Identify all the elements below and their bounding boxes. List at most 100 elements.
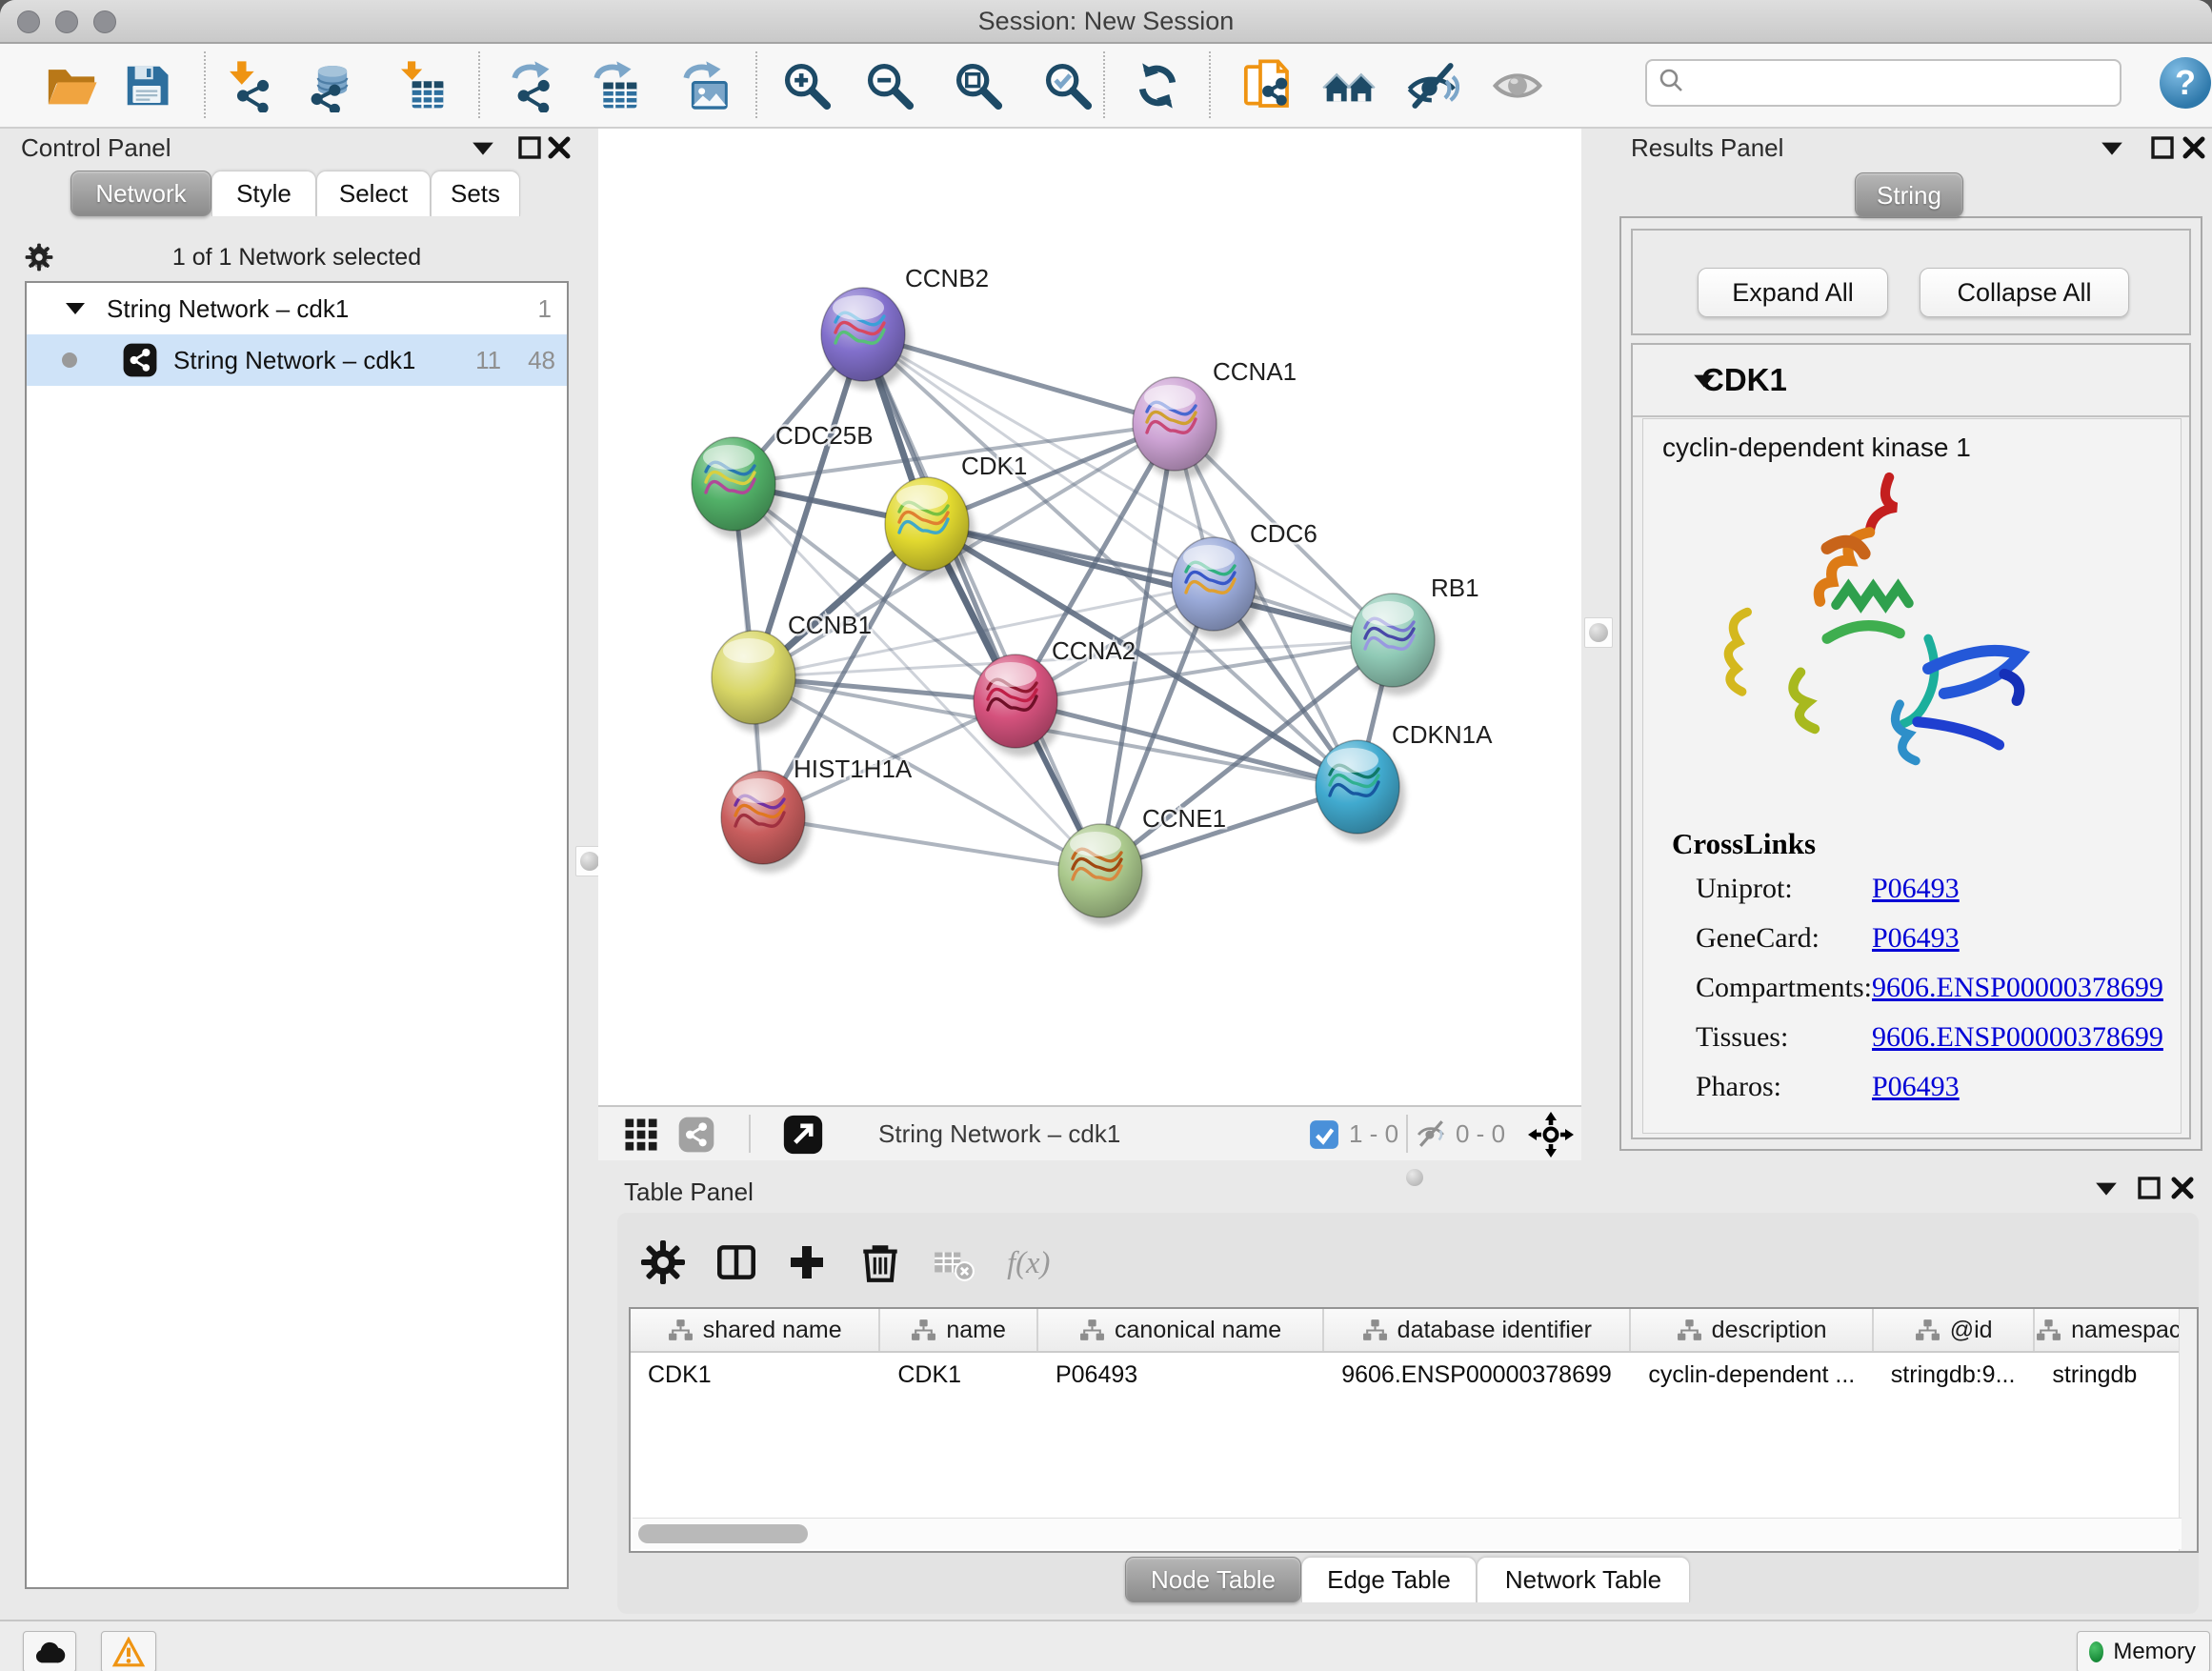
table-row[interactable]: CDK1CDK1P064939606.ENSP00000378699cyclin… <box>631 1353 2197 1397</box>
network-node-CCNA1[interactable]: CCNA1 <box>1133 357 1297 479</box>
column-header-name[interactable]: name <box>880 1309 1038 1351</box>
crosslink-link[interactable]: P06493 <box>1872 922 1960 955</box>
table-horizontal-scrollbar[interactable] <box>633 1518 2182 1549</box>
crosslink-link[interactable]: 9606.ENSP00000378699 <box>1872 972 2163 1004</box>
tab-string[interactable]: String <box>1855 172 1963 217</box>
entry-expander-icon[interactable] <box>1690 368 1719 393</box>
tab-edge-table[interactable]: Edge Table <box>1301 1557 1477 1602</box>
network-node-CCNE1[interactable]: CCNE1 <box>1058 804 1226 926</box>
column-label: name <box>946 1317 1006 1344</box>
table-vertical-scrollbar[interactable] <box>2179 1309 2197 1551</box>
tab-style[interactable]: Style <box>211 171 316 216</box>
results-panel-float-icon[interactable] <box>2148 135 2177 160</box>
save-session-icon[interactable] <box>118 56 175 115</box>
import-network-from-file-icon[interactable] <box>221 56 278 115</box>
network-node-CDC6[interactable]: CDC6 <box>1172 519 1317 639</box>
network-canvas[interactable]: CCNB2 CCNA1 CDC25B CDK1 CDC6 R <box>598 129 1581 1105</box>
scrollbar-thumb[interactable] <box>638 1524 808 1543</box>
import-network-from-database-icon[interactable] <box>304 56 361 115</box>
collection-expander-icon[interactable] <box>65 301 86 316</box>
zoom-in-icon[interactable] <box>778 56 835 115</box>
zoom-selected-icon[interactable] <box>1039 56 1096 115</box>
results-panel-close-icon[interactable] <box>2180 135 2208 160</box>
network-collection-row[interactable]: String Network – cdk1 1 <box>27 283 567 334</box>
help-button[interactable]: ? <box>2160 57 2211 109</box>
pan-mode-icon[interactable] <box>1528 1112 1574 1158</box>
selected-checkbox-icon[interactable] <box>1309 1119 1339 1150</box>
tab-sets[interactable]: Sets <box>431 171 520 216</box>
import-table-from-file-icon[interactable] <box>392 56 450 115</box>
function-builder-icon: f(x) <box>1004 1236 1057 1289</box>
zoom-fit-icon[interactable] <box>950 56 1007 115</box>
apply-layout-icon[interactable] <box>1129 56 1186 115</box>
tab-select[interactable]: Select <box>316 171 431 216</box>
string-app-icon[interactable] <box>674 1116 718 1154</box>
export-network-icon[interactable] <box>504 56 561 115</box>
protein-entry-header[interactable]: CDK1 <box>1633 345 2189 417</box>
bottom-splitter-handle[interactable] <box>1398 1166 1431 1189</box>
export-image-icon[interactable] <box>675 56 733 115</box>
table-panel-close-icon[interactable] <box>2168 1176 2197 1200</box>
tab-network-table[interactable]: Network Table <box>1477 1557 1690 1602</box>
network-options-gear-icon[interactable] <box>25 245 53 270</box>
search-box[interactable] <box>1645 59 2122 107</box>
network-row-selected[interactable]: String Network – cdk1 11 48 <box>27 334 567 386</box>
node-label-CCNB1: CCNB1 <box>788 611 872 639</box>
cloud-status-button[interactable] <box>23 1631 76 1671</box>
collapse-all-button[interactable]: Collapse All <box>1920 268 2129 317</box>
crosslinks-title: CrossLinks <box>1672 827 1816 861</box>
column-label: namespace <box>2071 1317 2194 1344</box>
right-splitter-handle[interactable] <box>1584 617 1613 648</box>
column-header-description[interactable]: description <box>1631 1309 1873 1351</box>
first-neighbors-icon[interactable] <box>1238 56 1296 115</box>
column-type-icon <box>1677 1319 1702 1342</box>
network-edge-CDK1-RB1[interactable] <box>927 524 1393 640</box>
tab-network[interactable]: Network <box>70 171 211 216</box>
node-label-CCNE1: CCNE1 <box>1142 804 1226 833</box>
show-hidden-icon[interactable] <box>1489 56 1546 115</box>
warnings-button[interactable] <box>101 1631 156 1671</box>
table-header-row: shared name name canonical namedatabase id… <box>631 1309 2197 1353</box>
crosslink-link[interactable]: P06493 <box>1872 1071 1960 1103</box>
crosslink-link[interactable]: P06493 <box>1872 873 1960 905</box>
network-node-CDKN1A[interactable]: CDKN1A <box>1316 720 1493 842</box>
results-panel-menu-icon[interactable] <box>2098 135 2126 160</box>
column-type-icon <box>911 1319 936 1342</box>
zoom-out-icon[interactable] <box>861 56 918 115</box>
open-session-icon[interactable] <box>43 56 100 115</box>
hide-selected-icon[interactable] <box>1404 56 1461 115</box>
show-all-icon[interactable] <box>1320 56 1377 115</box>
column-header-sharedname[interactable]: shared name <box>631 1309 880 1351</box>
search-input[interactable] <box>1695 69 2108 97</box>
expand-all-button[interactable]: Expand All <box>1698 268 1888 317</box>
current-network-name: String Network – cdk1 <box>878 1107 1120 1160</box>
control-panel-menu-icon[interactable] <box>469 135 497 160</box>
table-cell: stringdb:9... <box>1874 1353 2036 1397</box>
table-panel-float-icon[interactable] <box>2135 1176 2163 1200</box>
control-panel-close-icon[interactable] <box>545 135 573 160</box>
export-table-icon[interactable] <box>586 56 643 115</box>
column-header-canonicalname[interactable]: canonical name <box>1038 1309 1324 1351</box>
delete-column-icon[interactable] <box>854 1236 907 1289</box>
delete-table-icon <box>927 1236 980 1289</box>
detach-view-icon[interactable] <box>781 1114 825 1156</box>
table-panel-menu-icon[interactable] <box>2092 1176 2121 1200</box>
tab-node-table[interactable]: Node Table <box>1125 1557 1301 1602</box>
hidden-elements-icon[interactable] <box>1416 1119 1448 1148</box>
network-node-HIST1H1A[interactable]: HIST1H1A <box>721 755 913 873</box>
birdseye-view-icon[interactable] <box>619 1116 663 1154</box>
column-header-databaseidentifier[interactable]: database identifier <box>1324 1309 1631 1351</box>
network-node-RB1[interactable]: RB1 <box>1351 574 1479 695</box>
control-panel-float-icon[interactable] <box>515 135 544 160</box>
toolbar-separator <box>1103 51 1105 118</box>
column-header-namespace[interactable]: namespace <box>2035 1309 2197 1351</box>
show-column-selector-icon[interactable] <box>710 1236 763 1289</box>
network-status-dot-icon <box>61 352 78 369</box>
network-edge-CCNB2-CCNE1[interactable] <box>863 334 1100 871</box>
crosslink-link[interactable]: 9606.ENSP00000378699 <box>1872 1021 2163 1054</box>
create-column-icon[interactable] <box>780 1236 834 1289</box>
column-header-id[interactable]: @id <box>1874 1309 2036 1351</box>
table-options-gear-icon[interactable] <box>636 1236 690 1289</box>
memory-button[interactable]: Memory <box>2077 1631 2210 1671</box>
crosslink-label: Compartments: <box>1696 972 1872 1004</box>
